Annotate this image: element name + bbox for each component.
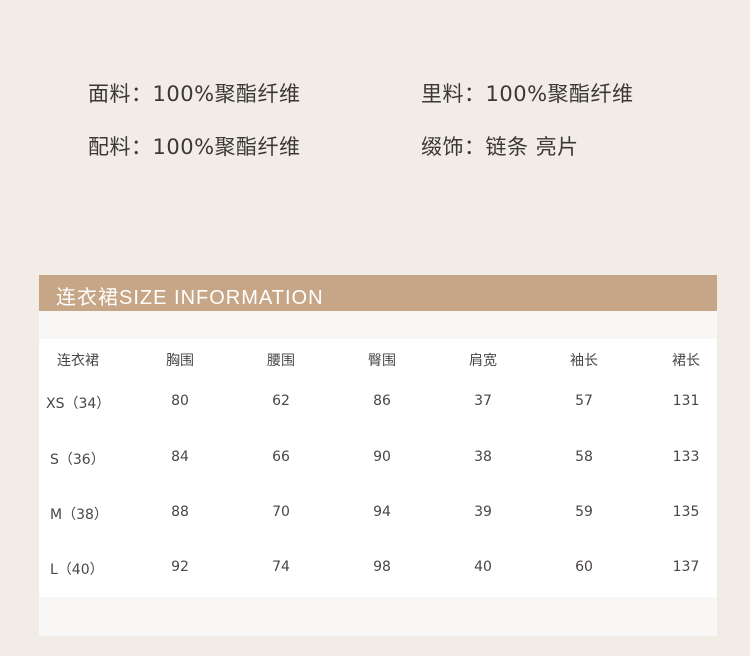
material-lining: 里料：100%聚酯纤维 <box>421 78 634 108</box>
table-cell: 59 <box>575 504 593 520</box>
material-lining-label: 里料： <box>421 82 486 106</box>
table-row-size-label: XS（34） <box>46 396 111 412</box>
table-row-size-label: M（38） <box>50 507 108 523</box>
material-accessories: 配料：100%聚酯纤维 <box>88 131 301 161</box>
materials-section: 面料：100%聚酯纤维 里料：100%聚酯纤维 配料：100%聚酯纤维 缀饰：链… <box>0 0 750 200</box>
table-cell: 70 <box>272 504 290 520</box>
table-cell: 37 <box>474 393 492 409</box>
table-cell: 39 <box>474 504 492 520</box>
table-cell: 92 <box>171 559 189 575</box>
size-info-header: 连衣裙SIZE INFORMATION <box>39 275 717 311</box>
table-header-cell: 袖长 <box>570 353 598 369</box>
table-cell: 66 <box>272 449 290 465</box>
table-header-cell: 胸围 <box>166 353 194 369</box>
material-decoration: 缀饰：链条 亮片 <box>421 131 579 161</box>
table-row-size-label: L（40） <box>50 562 104 578</box>
material-fabric-label: 面料： <box>88 82 153 106</box>
material-accessories-label: 配料： <box>88 135 153 159</box>
table-row-size-label: S（36） <box>50 452 105 468</box>
table-cell: 86 <box>373 393 391 409</box>
table-cell: 80 <box>171 393 189 409</box>
table-cell: 57 <box>575 393 593 409</box>
table-cell: 135 <box>672 504 700 520</box>
table-cell: 62 <box>272 393 290 409</box>
table-header-cell: 连衣裙 <box>57 353 99 369</box>
material-decoration-value: 链条 亮片 <box>485 135 579 159</box>
material-lining-value: 100%聚酯纤维 <box>485 82 634 106</box>
table-cell: 58 <box>575 449 593 465</box>
table-cell: 40 <box>474 559 492 575</box>
table-header-cell: 肩宽 <box>469 353 497 369</box>
material-decoration-label: 缀饰： <box>421 135 486 159</box>
table-header-cell: 腰围 <box>267 353 295 369</box>
material-fabric: 面料：100%聚酯纤维 <box>88 78 301 108</box>
table-cell: 131 <box>672 393 700 409</box>
table-cell: 74 <box>272 559 290 575</box>
size-info-title: 连衣裙SIZE INFORMATION <box>56 287 324 309</box>
material-accessories-value: 100%聚酯纤维 <box>152 135 301 159</box>
table-header-cell: 臀围 <box>368 353 396 369</box>
table-cell: 60 <box>575 559 593 575</box>
table-cell: 94 <box>373 504 391 520</box>
table-cell: 133 <box>672 449 700 465</box>
table-cell: 84 <box>171 449 189 465</box>
material-fabric-value: 100%聚酯纤维 <box>152 82 301 106</box>
size-table: 连衣裙 胸围 腰围 臀围 肩宽 袖长 裙长 XS（34） 80 62 86 37 57 131 S（36） 8… <box>39 311 717 636</box>
size-table-body: 连衣裙 胸围 腰围 臀围 肩宽 袖长 裙长 XS（34） 80 62 86 37 57 131 S（36） 8… <box>39 339 717 597</box>
table-cell: 137 <box>672 559 700 575</box>
table-cell: 88 <box>171 504 189 520</box>
table-cell: 38 <box>474 449 492 465</box>
table-cell: 98 <box>373 559 391 575</box>
table-header-cell: 裙长 <box>672 353 700 369</box>
table-cell: 90 <box>373 449 391 465</box>
